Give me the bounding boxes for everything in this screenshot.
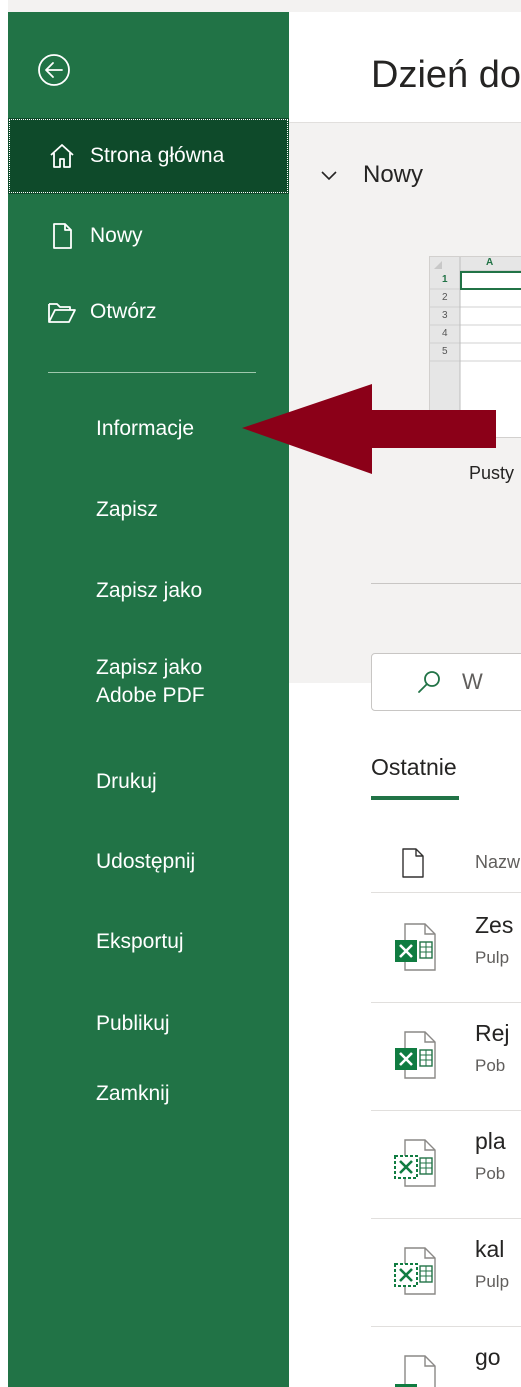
- backstage-view: Strona główna Nowy Otwórz Informacje Zap…: [0, 0, 521, 1387]
- home-icon: [50, 144, 74, 168]
- recent-file-row[interactable]: Rej Pob: [371, 1002, 521, 1111]
- search-placeholder: W: [462, 669, 483, 694]
- backstage-sidebar: Strona główna Nowy Otwórz Informacje Zap…: [8, 12, 289, 1387]
- name-column-header[interactable]: Nazw: [475, 852, 520, 873]
- sidebar-item-print[interactable]: Drukuj: [96, 768, 157, 796]
- tab-recent[interactable]: Ostatnie: [371, 754, 457, 781]
- recent-file-row[interactable]: Zes Pulp: [371, 894, 521, 1003]
- sidebar-item-save[interactable]: Zapisz: [96, 496, 158, 524]
- tab-recent-underline: [371, 796, 459, 800]
- new-section-toggle[interactable]: Nowy: [319, 161, 423, 189]
- file-path: Pob: [475, 1164, 506, 1183]
- row-header-4: 4: [442, 328, 448, 339]
- blank-template-caption: Pusty: [469, 463, 515, 483]
- section-separator: [371, 583, 521, 584]
- blank-workbook-template[interactable]: A 1 2 3 4 5: [429, 256, 521, 438]
- recent-file-row[interactable]: kal Pulp: [371, 1218, 521, 1327]
- greeting-title: Dzień do: [371, 54, 521, 96]
- file-name: go: [475, 1344, 501, 1370]
- folder-open-icon: [48, 303, 76, 323]
- document-icon: [395, 1355, 436, 1387]
- back-arrow-icon: [38, 54, 70, 86]
- column-header-a: A: [486, 257, 494, 268]
- nav-item-open[interactable]: Otwórz: [8, 274, 289, 350]
- chevron-down-icon: [321, 171, 337, 181]
- file-path: Pob: [475, 1056, 506, 1075]
- new-section: Nowy A 1 2 3 4 5 Pusty W: [289, 123, 521, 711]
- row-header-3: 3: [442, 310, 448, 321]
- row-header-5: 5: [442, 346, 448, 357]
- file-name: Zes: [475, 912, 514, 938]
- row-header-2: 2: [442, 292, 448, 303]
- file-path: Pulp: [475, 1272, 510, 1291]
- nav-item-label: Strona główna: [90, 144, 225, 167]
- sidebar-item-export[interactable]: Eksportuj: [96, 928, 184, 956]
- sidebar-item-share[interactable]: Udostępnij: [96, 848, 195, 876]
- back-button[interactable]: [36, 52, 72, 88]
- excel-file-icon: [395, 923, 436, 971]
- file-name: Rej: [475, 1020, 510, 1046]
- sidebar-item-save-as[interactable]: Zapisz jako: [96, 577, 202, 605]
- file-name: pla: [475, 1128, 506, 1154]
- sidebar-item-info[interactable]: Informacje: [96, 415, 194, 443]
- excel-template-icon: [394, 1247, 436, 1295]
- sidebar-item-publish[interactable]: Publikuj: [96, 1010, 170, 1038]
- nav-item-label: Otwórz: [90, 300, 157, 323]
- greeting-bar: Dzień do: [289, 12, 521, 123]
- file-name: kal: [475, 1236, 505, 1262]
- backstage-main: Dzień do Nowy A 1 2 3 4 5 Pusty W Ostatn…: [289, 12, 521, 1387]
- recent-file-row[interactable]: pla Pob: [371, 1110, 521, 1219]
- search-input[interactable]: W: [371, 653, 521, 711]
- file-type-icon: [402, 848, 424, 878]
- nav-item-new[interactable]: Nowy: [8, 198, 289, 274]
- nav-item-label: Nowy: [90, 224, 143, 247]
- excel-template-icon: [394, 1139, 436, 1187]
- excel-file-icon: [395, 1031, 436, 1079]
- sidebar-divider: [48, 372, 256, 373]
- window-edge: [0, 0, 8, 1387]
- recent-file-row[interactable]: go: [371, 1326, 521, 1387]
- file-path: Pulp: [475, 948, 510, 967]
- row-header-1: 1: [442, 274, 448, 285]
- new-section-label: Nowy: [363, 161, 424, 188]
- nav-item-home[interactable]: Strona główna: [8, 118, 289, 194]
- sidebar-item-close[interactable]: Zamknij: [96, 1080, 170, 1108]
- recent-list-header: Nazw: [371, 842, 521, 893]
- new-document-icon: [53, 223, 72, 249]
- search-icon: [418, 671, 440, 693]
- sidebar-item-save-as-pdf[interactable]: Zapisz jako Adobe PDF: [96, 654, 236, 710]
